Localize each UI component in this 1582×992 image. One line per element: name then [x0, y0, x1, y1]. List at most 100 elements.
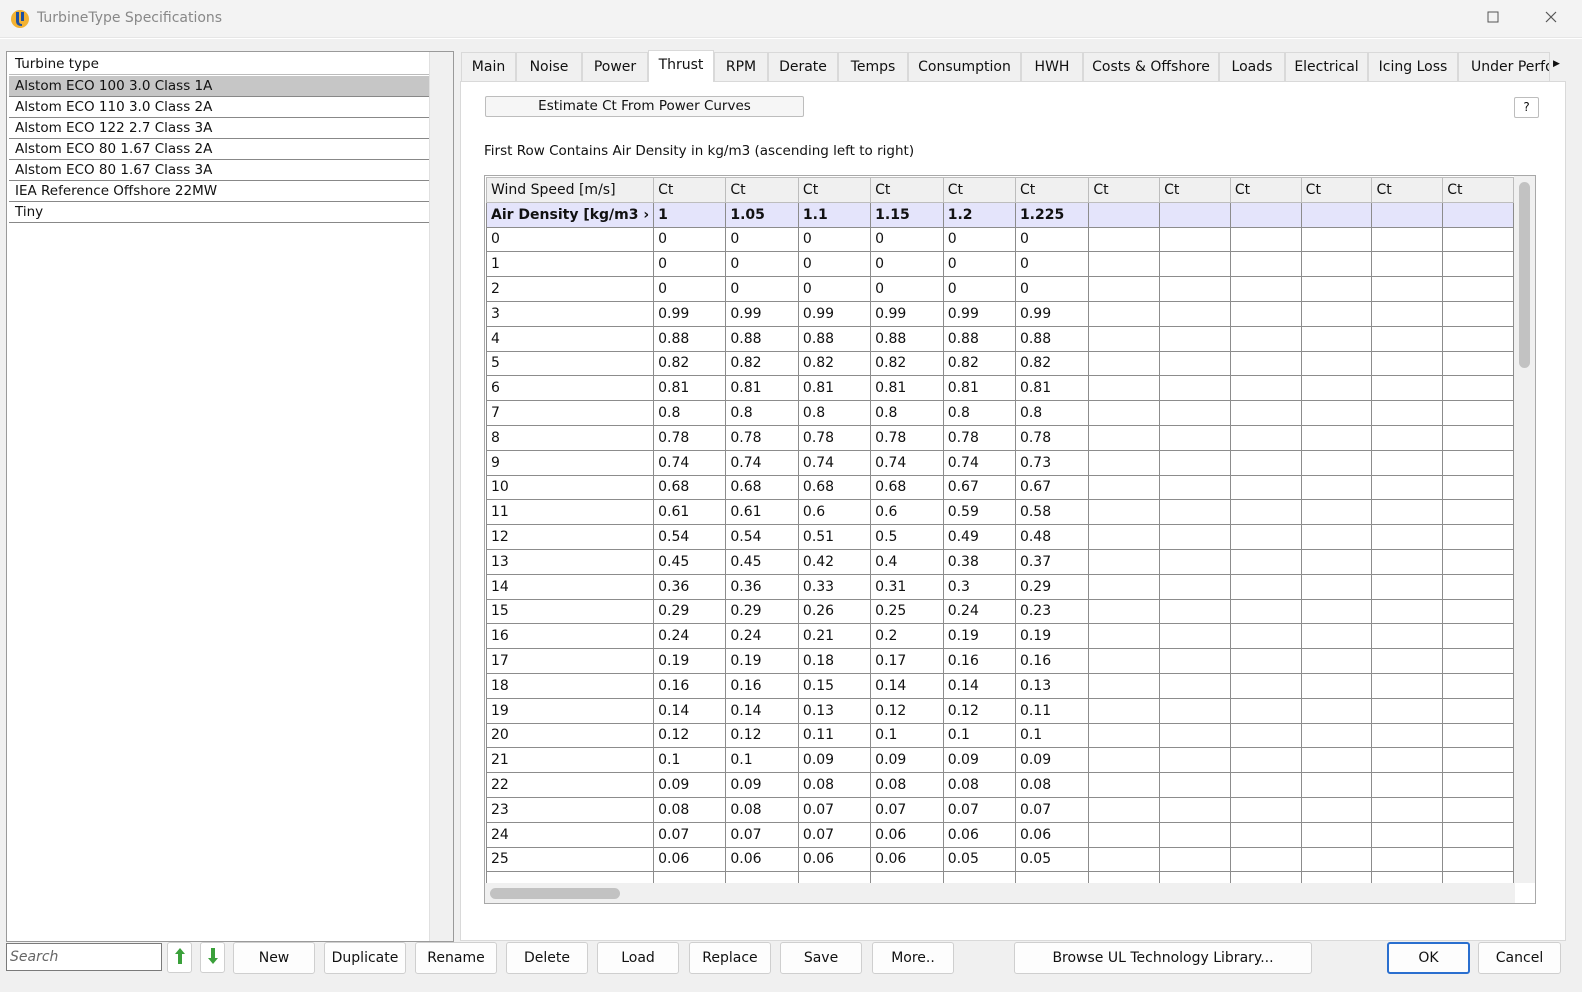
wind-speed-cell[interactable]: 13	[486, 548, 655, 575]
ct-cell[interactable]	[1300, 449, 1373, 476]
tab-loads[interactable]: Loads	[1219, 52, 1285, 81]
tab-temps[interactable]: Temps	[838, 52, 908, 81]
wind-speed-cell[interactable]: 8	[486, 424, 655, 451]
ct-cell[interactable]: 0.82	[942, 350, 1016, 377]
ct-cell[interactable]	[1229, 548, 1302, 575]
ct-cell[interactable]: 0.48	[1014, 524, 1090, 550]
ct-cell[interactable]	[1371, 400, 1444, 426]
ct-cell[interactable]: 0.14	[942, 672, 1016, 699]
ct-cell[interactable]: 0.07	[870, 796, 944, 823]
ct-cell[interactable]	[1371, 871, 1444, 883]
ct-cell[interactable]	[1088, 796, 1161, 823]
ct-cell[interactable]	[1442, 251, 1514, 278]
ct-cell[interactable]	[1159, 375, 1231, 402]
air-density-cell[interactable]: 1.2	[942, 201, 1016, 228]
list-item[interactable]: Alstom ECO 100 3.0 Class 1A	[9, 76, 429, 97]
wind-speed-cell[interactable]: 22	[486, 772, 655, 798]
ct-cell[interactable]	[725, 871, 799, 883]
ct-cell[interactable]: 0.81	[1014, 375, 1090, 402]
ct-cell[interactable]	[1442, 449, 1514, 476]
ct-cell[interactable]	[1088, 449, 1161, 476]
ct-cell[interactable]: 0.78	[942, 424, 1016, 451]
horizontal-scroll-thumb[interactable]	[490, 888, 620, 899]
tab-thrust[interactable]: Thrust	[648, 50, 714, 82]
ct-cell[interactable]	[1371, 623, 1444, 650]
ct-cell[interactable]	[1229, 251, 1302, 278]
save-button[interactable]: Save	[780, 942, 862, 974]
wind-speed-cell[interactable]: 1	[486, 251, 655, 278]
tab-electrical[interactable]: Electrical	[1285, 52, 1368, 81]
ct-cell[interactable]: 0.09	[653, 772, 727, 798]
ct-cell[interactable]	[1300, 524, 1373, 550]
ct-cell[interactable]	[1014, 871, 1090, 883]
ct-cell[interactable]	[1159, 226, 1231, 253]
maximize-button[interactable]	[1473, 6, 1513, 32]
ct-cell[interactable]: 0.23	[1014, 598, 1090, 625]
ct-cell[interactable]	[1371, 796, 1444, 823]
ct-cell[interactable]: 0.19	[653, 648, 727, 674]
ct-cell[interactable]: 0.99	[1014, 300, 1090, 327]
ct-cell[interactable]: 0.74	[942, 449, 1016, 476]
browse-library-button[interactable]: Browse UL Technology Library...	[1014, 942, 1312, 974]
ct-cell[interactable]: 0.11	[797, 722, 872, 749]
ct-cell[interactable]	[1300, 697, 1373, 724]
ct-cell[interactable]	[1300, 251, 1373, 278]
ct-cell[interactable]	[1088, 474, 1161, 501]
ct-cell[interactable]	[1371, 846, 1444, 873]
ct-cell[interactable]: 0.8	[1014, 400, 1090, 426]
wind-speed-cell[interactable]: 2	[486, 276, 655, 302]
ct-cell[interactable]	[1229, 449, 1302, 476]
delete-button[interactable]: Delete	[506, 942, 588, 974]
ct-cell[interactable]	[1088, 598, 1161, 625]
ct-cell[interactable]	[1300, 796, 1373, 823]
ct-cell[interactable]	[1442, 598, 1514, 625]
ct-cell[interactable]	[1442, 722, 1514, 749]
ct-cell[interactable]	[1088, 400, 1161, 426]
ct-cell[interactable]	[1371, 772, 1444, 798]
ct-cell[interactable]	[1159, 524, 1231, 550]
tab-main[interactable]: Main	[461, 52, 516, 81]
wind-speed-cell[interactable]: 0	[486, 226, 655, 253]
ct-cell[interactable]	[1300, 573, 1373, 600]
ct-cell[interactable]	[1159, 871, 1231, 883]
ct-cell[interactable]	[1088, 573, 1161, 600]
ct-cell[interactable]: 0	[797, 276, 872, 302]
ct-cell[interactable]	[1442, 821, 1514, 848]
ct-cell[interactable]: 0	[870, 251, 944, 278]
ct-cell[interactable]	[1371, 449, 1444, 476]
ct-cell[interactable]: 0.82	[797, 350, 872, 377]
ct-cell[interactable]	[1371, 598, 1444, 625]
ct-cell[interactable]	[1442, 474, 1514, 501]
ct-cell[interactable]: 0.08	[1014, 772, 1090, 798]
ct-cell[interactable]: 0.19	[1014, 623, 1090, 650]
ct-cell[interactable]	[1159, 400, 1231, 426]
ct-cell[interactable]	[1300, 623, 1373, 650]
wind-speed-cell[interactable]: 24	[486, 821, 655, 848]
ct-cell[interactable]: 0	[1014, 251, 1090, 278]
ct-cell[interactable]	[1300, 548, 1373, 575]
ct-cell[interactable]	[1159, 846, 1231, 873]
ct-cell[interactable]: 0.74	[725, 449, 799, 476]
ct-cell[interactable]	[1088, 251, 1161, 278]
ct-cell[interactable]: 0.73	[1014, 449, 1090, 476]
ct-cell[interactable]: 0	[725, 276, 799, 302]
ct-cell[interactable]	[1088, 648, 1161, 674]
ct-cell[interactable]: 0	[942, 251, 1016, 278]
new-button[interactable]: New	[233, 942, 315, 974]
ct-cell[interactable]: 0.68	[725, 474, 799, 501]
ct-cell[interactable]: 0.16	[1014, 648, 1090, 674]
ct-cell[interactable]: 0	[1014, 276, 1090, 302]
list-item[interactable]: IEA Reference Offshore 22MW	[9, 181, 429, 202]
ct-cell[interactable]	[1159, 474, 1231, 501]
ct-cell[interactable]: 0.06	[797, 846, 872, 873]
ct-cell[interactable]	[1229, 747, 1302, 774]
ct-cell[interactable]	[1300, 648, 1373, 674]
ct-cell[interactable]	[1229, 499, 1302, 526]
ct-cell[interactable]	[1300, 871, 1373, 883]
ct-cell[interactable]: 0.81	[653, 375, 727, 402]
ct-cell[interactable]	[1371, 226, 1444, 253]
air-density-cell[interactable]	[1371, 201, 1444, 228]
wind-speed-cell[interactable]	[486, 871, 655, 883]
grid-vertical-scrollbar[interactable]	[1514, 176, 1535, 883]
replace-button[interactable]: Replace	[689, 942, 771, 974]
